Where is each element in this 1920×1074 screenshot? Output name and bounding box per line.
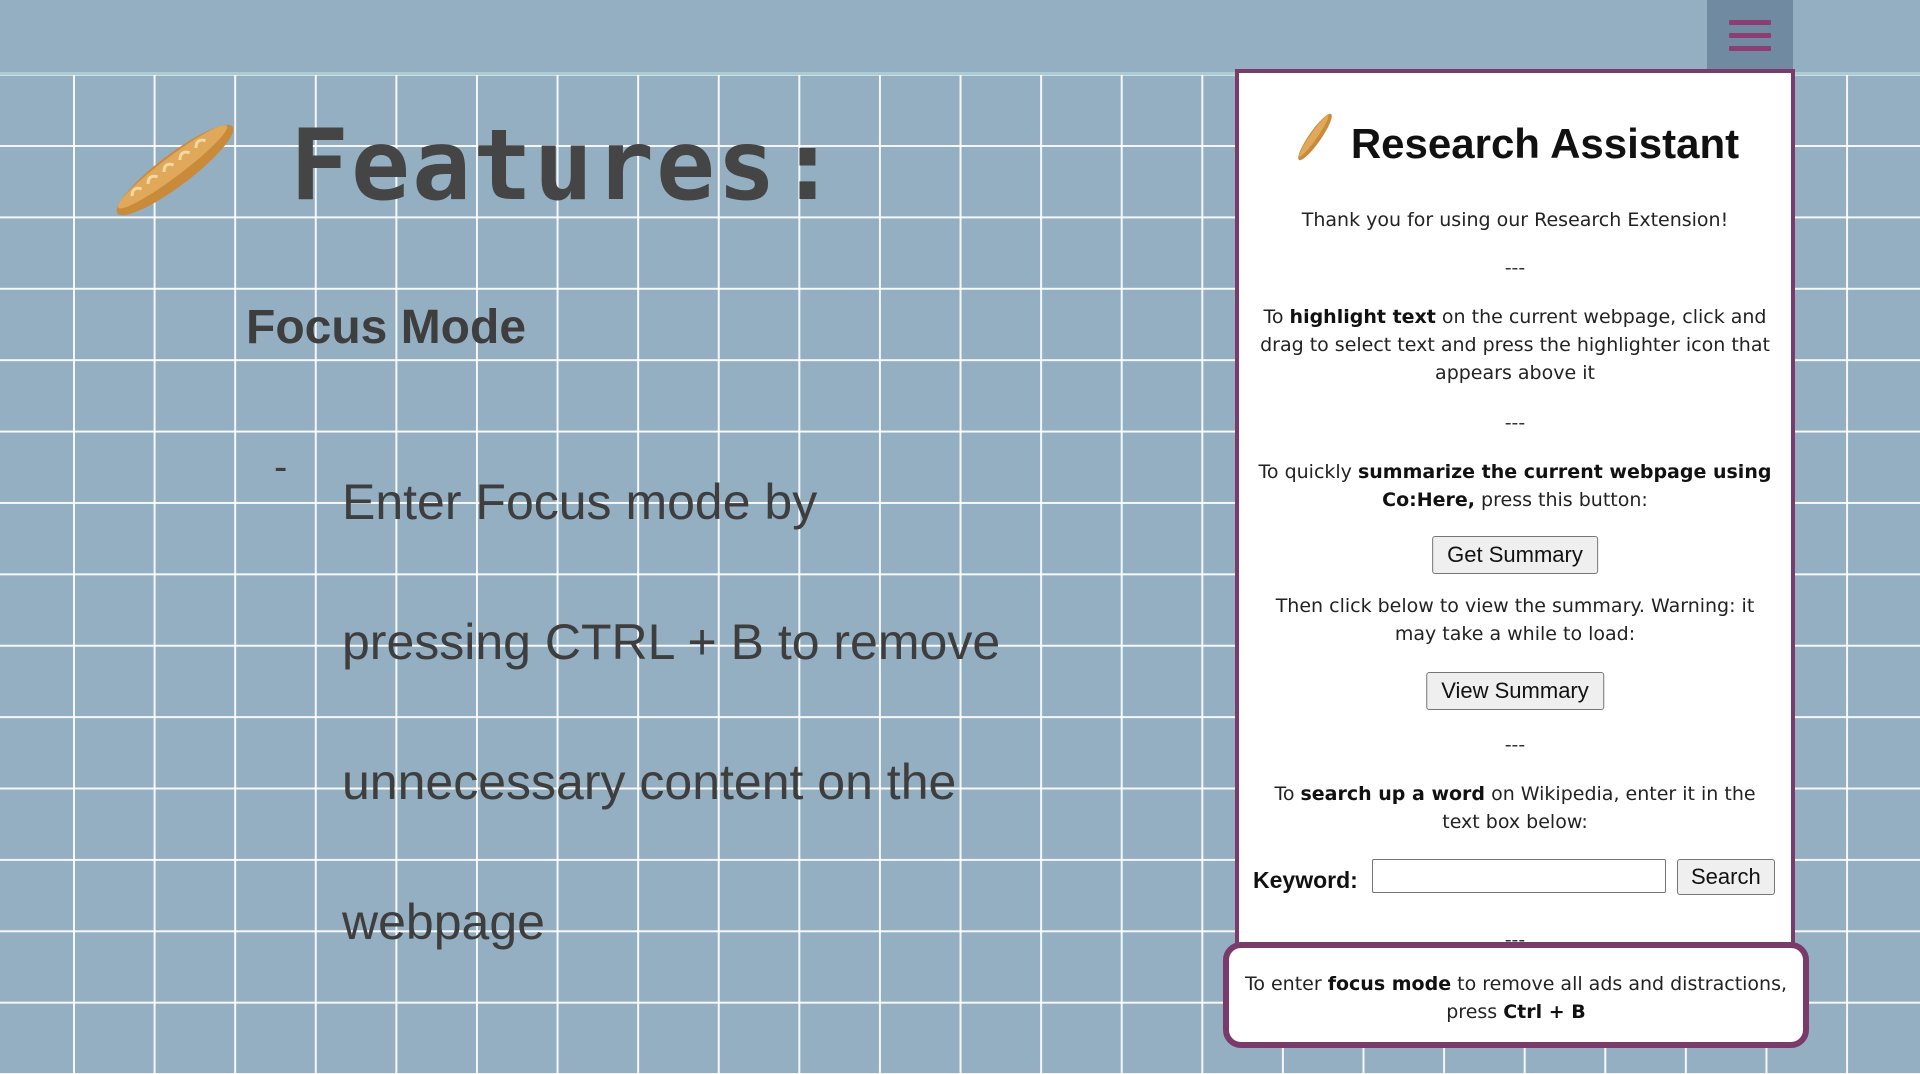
section-heading: Focus Mode (246, 301, 527, 354)
view-summary-note: Then click below to view the summary. Wa… (1275, 595, 1755, 645)
get-summary-button[interactable]: Get Summary (1432, 536, 1598, 574)
search-button[interactable]: Search (1677, 859, 1775, 895)
baguette-icon (1298, 113, 1332, 161)
thanks-text: Thank you for using our Research Extensi… (1301, 209, 1729, 231)
summarize-instructions: To quickly summarize the current webpage… (1258, 461, 1772, 511)
keyword-input[interactable] (1372, 859, 1666, 893)
popup-header: Research Assistant (1239, 108, 1791, 166)
bullet-text: Enter Focus mode by pressing CTRL + B to… (342, 432, 1032, 992)
top-bar (0, 0, 1920, 75)
bullet-marker: - (274, 445, 288, 489)
research-assistant-popup: Research Assistant Thank you for using o… (1235, 69, 1795, 1046)
baguette-icon (116, 124, 234, 216)
separator: --- (1504, 734, 1526, 756)
slide-title: Features: (290, 109, 840, 223)
search-instructions: To search up a word on Wikipedia, enter … (1274, 783, 1756, 833)
bullet-line: pressing CTRL + B to remove (342, 614, 1001, 670)
highlight-instructions: To highlight text on the current webpage… (1260, 306, 1770, 384)
view-summary-button[interactable]: View Summary (1426, 672, 1604, 710)
focus-mode-highlight-box: To enter focus mode to remove all ads an… (1223, 942, 1809, 1048)
bullet-line: webpage (342, 894, 545, 950)
hamburger-menu-icon[interactable] (1707, 0, 1793, 70)
separator: --- (1504, 412, 1526, 434)
bullet-line: unnecessary content on the (342, 754, 957, 810)
popup-title: Research Assistant (1350, 120, 1740, 167)
separator: --- (1504, 257, 1526, 279)
bullet-line: Enter Focus mode by (342, 474, 818, 530)
keyword-label: Keyword: (1253, 867, 1358, 893)
